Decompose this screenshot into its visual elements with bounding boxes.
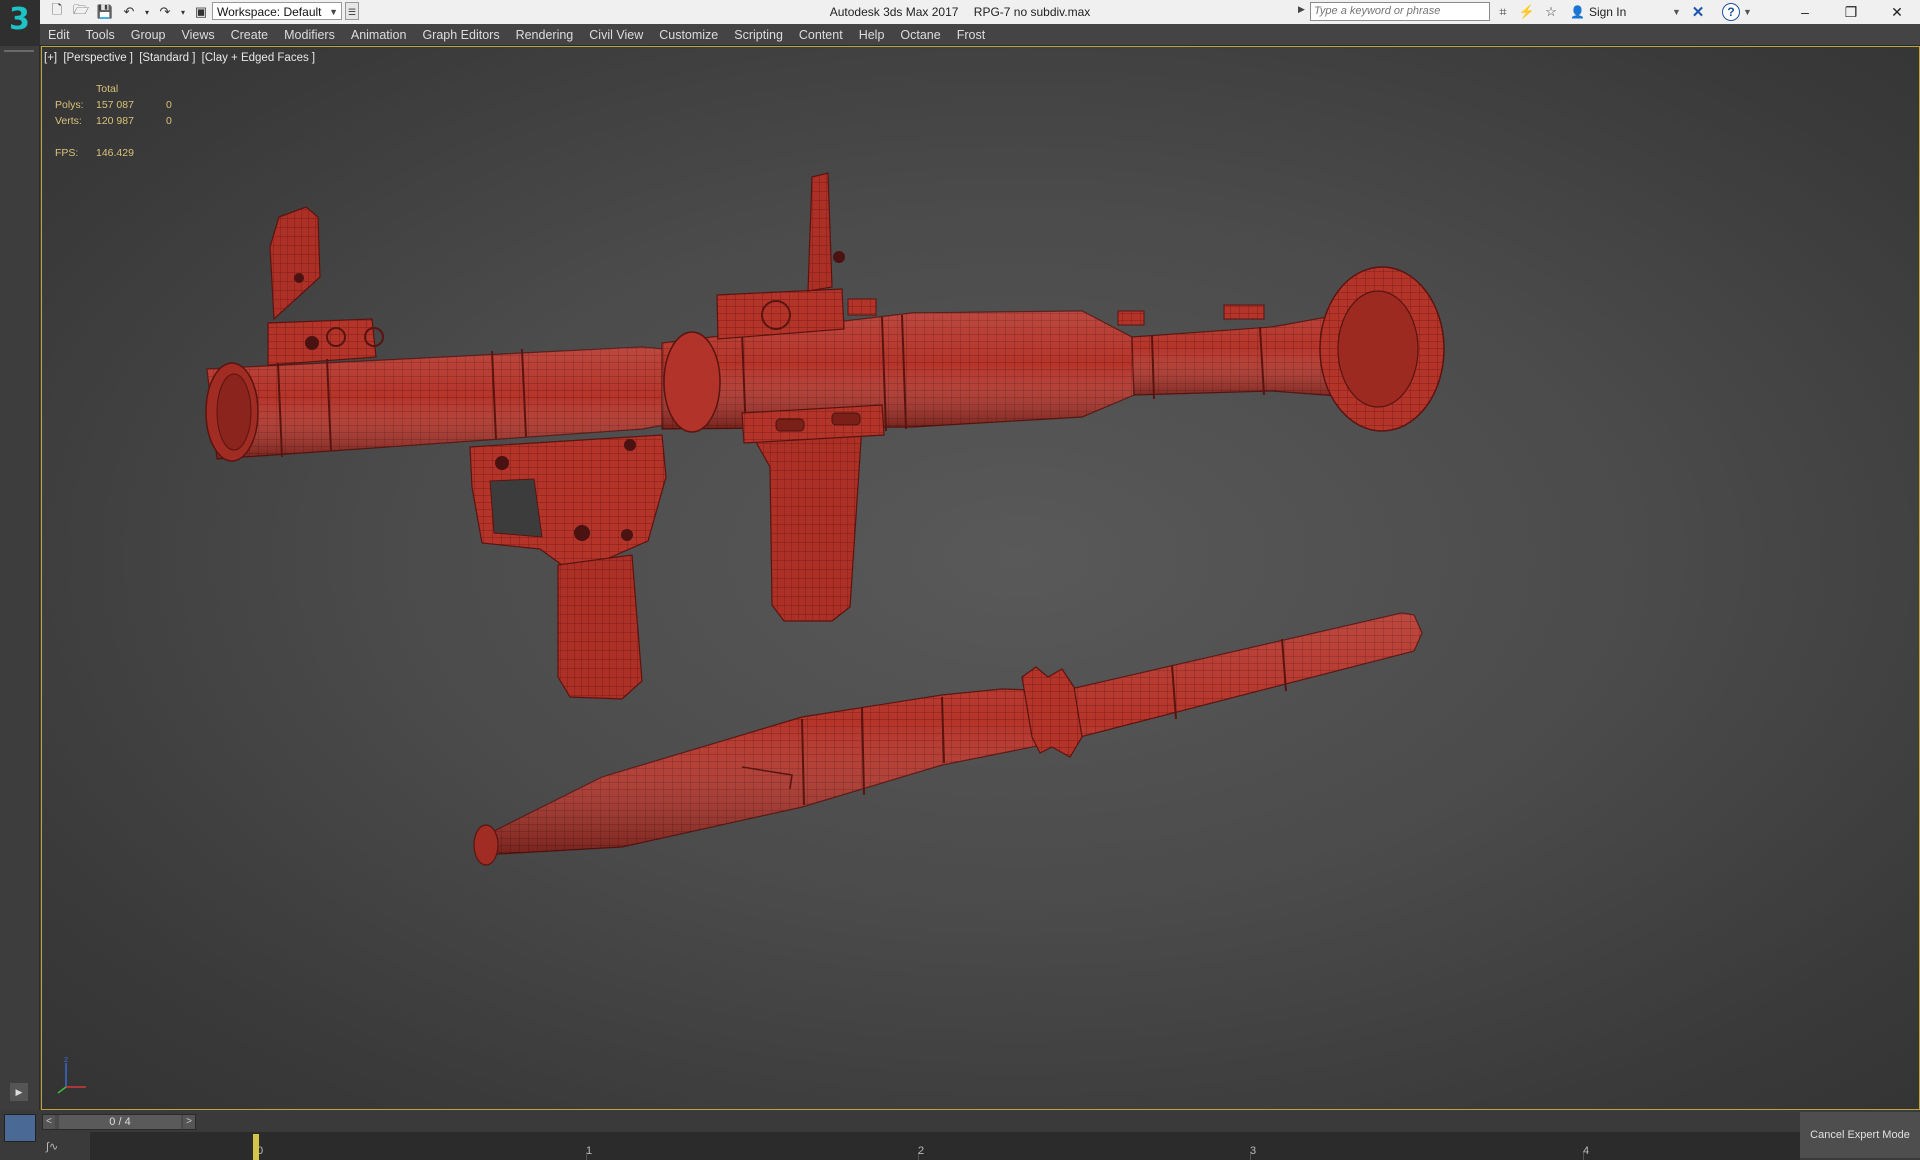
svg-text:z: z [64, 1055, 68, 1064]
menu-octane[interactable]: Octane [892, 24, 948, 46]
save-icon[interactable]: 💾 [94, 2, 116, 22]
previous-frame-button[interactable]: < [43, 1115, 55, 1129]
window-controls: – ❐ ✕ [1782, 0, 1920, 24]
menu-rendering[interactable]: Rendering [508, 24, 582, 46]
menu-frost[interactable]: Frost [949, 24, 993, 46]
perspective-viewport[interactable]: [+] [Perspective ] [Standard ] [Clay + E… [41, 46, 1920, 1110]
time-slider-handle[interactable] [253, 1134, 259, 1160]
search-input[interactable] [1311, 3, 1487, 19]
close-button[interactable]: ✕ [1874, 0, 1920, 24]
user-icon: 👤 [1570, 5, 1585, 19]
scene-render [205, 172, 1445, 866]
help-icon[interactable]: ? [1722, 3, 1740, 21]
window-title: Autodesk 3ds Max 2017 RPG-7 no subdiv.ma… [660, 0, 1260, 24]
redo-dropdown-icon[interactable]: ▾ [178, 2, 188, 22]
menu-animation[interactable]: Animation [343, 24, 415, 46]
menu-tools[interactable]: Tools [78, 24, 123, 46]
chevron-down-icon[interactable]: ▼ [1672, 2, 1681, 22]
menu-content[interactable]: Content [791, 24, 851, 46]
undo-dropdown-icon[interactable]: ▾ [142, 2, 152, 22]
menu-graph-editors[interactable]: Graph Editors [414, 24, 507, 46]
left-side-panel [0, 46, 40, 1110]
info-center-icons: ⌗ ⚡ ☆ [1494, 2, 1560, 22]
search-expand-icon[interactable]: ▶ [1298, 4, 1308, 20]
menu-bar: Edit Tools Group Views Create Modifiers … [40, 24, 1920, 46]
star-icon[interactable]: ☆ [1542, 3, 1560, 21]
next-frame-button[interactable]: > [183, 1115, 195, 1129]
project-folder-icon[interactable]: ▣ [190, 2, 212, 22]
menu-create[interactable]: Create [223, 24, 277, 46]
chevron-down-icon: ▼ [329, 7, 338, 17]
autodesk-exchange-icon[interactable]: ✕ [1688, 2, 1708, 22]
menu-scripting[interactable]: Scripting [726, 24, 791, 46]
timeline-tick-label: 3 [1250, 1145, 1257, 1157]
sign-in-button[interactable]: 👤 Sign In [1570, 2, 1626, 22]
new-file-icon[interactable]: 🗋 [46, 2, 68, 22]
frame-counter[interactable]: 0 / 4 [59, 1115, 181, 1129]
mini-listener-thumbnail[interactable] [4, 1114, 36, 1142]
timeline-tick-label: 4 [1583, 1145, 1590, 1157]
menu-group[interactable]: Group [123, 24, 174, 46]
restore-button[interactable]: ❐ [1828, 0, 1874, 24]
timeline-tick-label: 2 [918, 1145, 925, 1157]
workspace-options-button[interactable]: ☰ [345, 2, 359, 20]
panel-divider [4, 50, 34, 52]
menu-customize[interactable]: Customize [651, 24, 726, 46]
title-bar: 3 🗋 🗁 💾 ↶ ▾ ↷ ▾ ▣ Workspace: Default ▼ ☰ … [0, 0, 1920, 46]
play-animation-button[interactable]: ▶ [10, 1083, 28, 1101]
file-name: RPG-7 no subdiv.max [973, 5, 1091, 19]
redo-icon[interactable]: ↷ [154, 2, 176, 22]
menu-modifiers[interactable]: Modifiers [276, 24, 343, 46]
menu-edit[interactable]: Edit [40, 24, 78, 46]
rpg-launcher-model[interactable] [205, 172, 1445, 700]
curve-editor-icon[interactable]: ∫∿ [46, 1136, 86, 1158]
search-box[interactable] [1310, 2, 1490, 21]
minimize-button[interactable]: – [1782, 0, 1828, 24]
track-bar[interactable]: 0 1 2 3 4 [90, 1132, 1800, 1160]
timeline-area: < 0 / 4 > ∫∿ 0 1 2 3 4 Cancel Expert Mod… [0, 1110, 1920, 1160]
time-slider[interactable]: < 0 / 4 > [42, 1114, 196, 1130]
view-axis-tripod: z [57, 1055, 86, 1094]
open-file-icon[interactable]: 🗁 [70, 2, 92, 22]
app-title: Autodesk 3ds Max 2017 [829, 5, 959, 19]
workspace-dropdown[interactable]: Workspace: Default ▼ [212, 2, 342, 20]
binoculars-icon[interactable]: ⌗ [1494, 3, 1512, 21]
chevron-down-icon[interactable]: ▼ [1743, 2, 1752, 22]
menu-civil-view[interactable]: Civil View [581, 24, 651, 46]
undo-icon[interactable]: ↶ [118, 2, 140, 22]
timeline-tick-label: 1 [586, 1145, 593, 1157]
quick-access-toolbar: 🗋 🗁 💾 ↶ ▾ ↷ ▾ ▣ [46, 2, 212, 22]
menu-help[interactable]: Help [851, 24, 893, 46]
app-logo[interactable]: 3 [0, 0, 40, 46]
cancel-expert-mode-button[interactable]: Cancel Expert Mode [1800, 1112, 1920, 1158]
menu-views[interactable]: Views [173, 24, 222, 46]
communication-icon[interactable]: ⚡ [1518, 3, 1536, 21]
